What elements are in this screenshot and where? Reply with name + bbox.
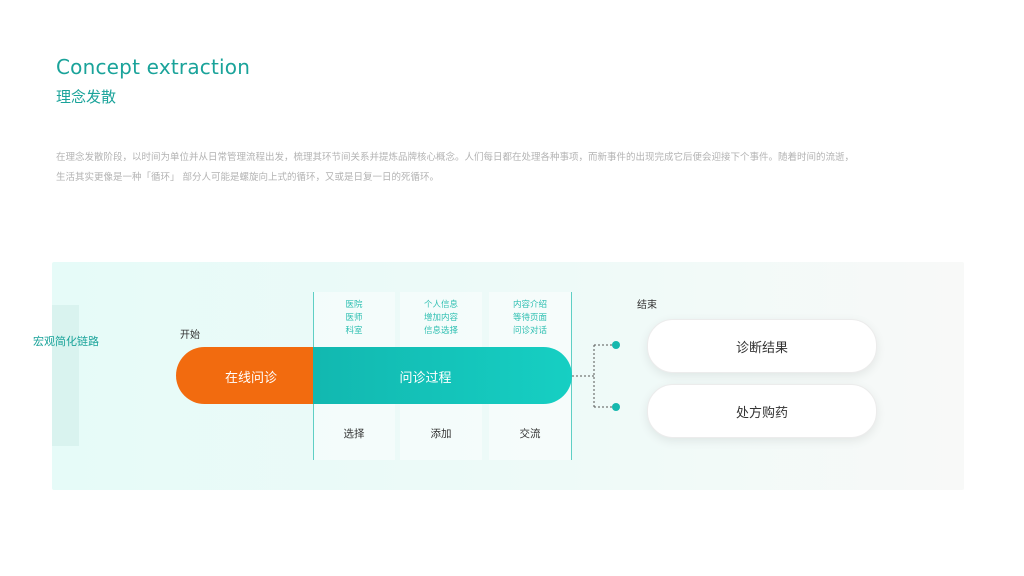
column-1-action: 选择: [343, 428, 365, 440]
page-subtitle: 理念发散: [56, 88, 117, 106]
description-line-1: 在理念发散阶段，以时间为单位并从日常管理流程出发，梳理其环节间关系并提炼品牌核心…: [56, 152, 855, 163]
result-prescription: 处方购药: [647, 384, 877, 438]
column-1-sub-item: 医院: [345, 300, 363, 310]
branch-connector: [572, 344, 616, 408]
column-1-sub-item: 科室: [345, 326, 363, 336]
column-3-sub-item: 内容介绍: [512, 300, 547, 310]
result-diagnosis-label: 诊断结果: [735, 340, 788, 356]
start-pill-label: 在线问诊: [224, 371, 277, 386]
column-1-sub: 医院 医师 科室: [313, 299, 395, 338]
column-2-sub: 个人信息 增加内容 信息选择: [400, 299, 482, 338]
description: 在理念发散阶段，以时间为单位并从日常管理流程出发，梳理其环节间关系并提炼品牌核心…: [56, 148, 956, 188]
process-pill-label: 问诊过程: [399, 371, 452, 386]
description-line-2: 生活其实更像是一种「循环」 部分人可能是螺旋向上式的循环，又或是日复一日的死循环…: [56, 172, 440, 183]
side-strip: [52, 305, 79, 446]
branch-dot-bottom: [612, 403, 620, 411]
column-3-action: 交流: [519, 428, 541, 440]
result-diagnosis: 诊断结果: [647, 319, 877, 373]
page-title: Concept extraction: [56, 55, 251, 79]
start-label: 开始: [180, 330, 200, 341]
column-2-sub-item: 增加内容: [423, 313, 458, 323]
column-2-sub-item: 个人信息: [423, 300, 458, 310]
side-label: 宏观简化链路: [33, 335, 99, 348]
column-1-sub-item: 医师: [345, 313, 363, 323]
end-label: 结束: [637, 300, 657, 311]
column-2-sub-item: 信息选择: [423, 326, 458, 336]
result-prescription-label: 处方购药: [735, 405, 788, 421]
branch-dot-top: [612, 341, 620, 349]
column-3-sub-item: 问诊对话: [512, 326, 547, 336]
column-2-action: 添加: [430, 428, 452, 440]
column-3-sub-item: 等待页面: [512, 313, 547, 323]
column-3-sub: 内容介绍 等待页面 问诊对话: [489, 299, 571, 338]
